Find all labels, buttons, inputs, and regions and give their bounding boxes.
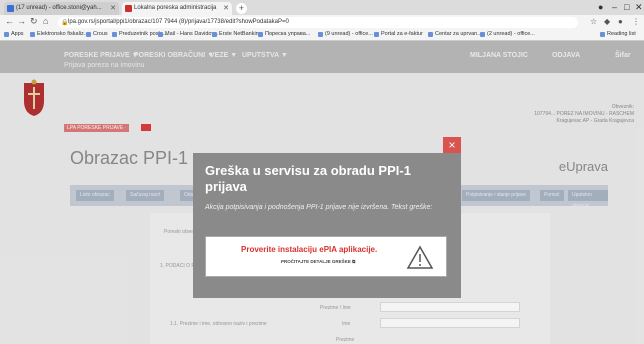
bookmark-label: Portal za e-faktur (381, 31, 423, 37)
bookmark-icon (158, 32, 163, 37)
bookmark-label: (2 unread) - office... (487, 31, 535, 37)
forward-icon[interactable]: → (17, 16, 26, 26)
bookmark-icon (480, 32, 485, 37)
bookmark-item[interactable]: Crous (86, 31, 108, 37)
error-text: Proverite instalaciju ePIA aplikacije. (241, 245, 378, 254)
bookmark-item[interactable]: Пореска управа... (258, 31, 310, 37)
browser-tab-bar: (17 unread) - office.stoni@yah... ✕ Loka… (0, 0, 644, 15)
error-box: Proverite instalaciju ePIA aplikacije. P… (205, 236, 447, 277)
error-dialog: Greška u servisu za obradu PPI-1 prijava… (193, 153, 461, 298)
address-bar-row: ← → ↻ ⌂ 🔒 lpa.gov.rs/jsportal/ppi1/obraz… (0, 15, 644, 30)
url-input[interactable]: 🔒 lpa.gov.rs/jsportal/ppi1/obrazac/107 7… (58, 17, 578, 28)
bookmark-reading-list[interactable]: Reading list (600, 31, 636, 37)
bookmark-icon (374, 32, 379, 37)
tab-label: Lokalna poreska administracija (134, 5, 217, 11)
bookmark-item[interactable]: Elektronsko fiskaliz... (30, 31, 88, 37)
bookmark-icon (258, 32, 263, 37)
bookmark-icon (428, 32, 433, 37)
bookmark-label: Elektronsko fiskaliz... (37, 31, 89, 37)
home-icon[interactable]: ⌂ (43, 16, 48, 26)
bookmark-item[interactable]: Erste NetBanking (212, 31, 262, 37)
bookmark-label: Пореска управа... (265, 31, 311, 37)
browser-tab-lpa[interactable]: Lokalna poreska administracija ✕ (122, 2, 232, 15)
bookmark-item[interactable]: Centar za uprvan... (428, 31, 482, 37)
bookmark-item[interactable]: Mail - Hans Davidov... (158, 31, 218, 37)
close-tab-icon[interactable]: ✕ (110, 2, 116, 15)
reading-list-icon (600, 32, 605, 37)
reload-icon[interactable]: ↻ (30, 16, 38, 27)
bookmark-icon (212, 32, 217, 37)
bookmark-label: Apps (11, 31, 24, 37)
url-text: lpa.gov.rs/jsportal/ppi1/obrazac/107 794… (68, 19, 289, 25)
mail-favicon-icon (7, 5, 14, 12)
copy-icon: ⧉ (352, 259, 356, 264)
bookmark-icon (318, 32, 323, 37)
menu-icon[interactable]: ⋮ (632, 17, 640, 26)
dialog-message: Akcija potpisivanja i podnošenja PPI-1 p… (205, 204, 433, 211)
dialog-title: Greška u servisu za obradu PPI-1 prijava (205, 163, 411, 194)
bookmark-icon (112, 32, 117, 37)
maximize-icon[interactable]: □ (624, 2, 629, 12)
browser-tab-mail[interactable]: (17 unread) - office.stoni@yah... ✕ (4, 2, 119, 15)
new-tab-icon[interactable]: + (236, 3, 247, 14)
close-window-icon[interactable]: ✕ (635, 2, 643, 13)
bookmark-label: Crous (93, 31, 108, 37)
bookmark-item[interactable]: Portal za e-faktur (374, 31, 423, 37)
close-dialog-button[interactable]: × (443, 137, 461, 153)
bookmark-label: Reading list (607, 31, 636, 37)
bookmark-item[interactable]: (9 unread) - office... (318, 31, 373, 37)
bookmark-label: Mail - Hans Davidov... (165, 31, 219, 37)
account-icon[interactable]: ● (618, 17, 623, 26)
apps-icon (4, 32, 9, 37)
extension-icon[interactable]: ◆ (604, 17, 610, 26)
bookmark-label: (9 unread) - office... (325, 31, 373, 37)
lpa-favicon-icon (125, 5, 132, 12)
error-details-label: PROČITAJTE DETALJE GREŠKE (281, 259, 351, 264)
bookmark-label: Erste NetBanking (219, 31, 262, 37)
minimize-icon[interactable]: – (612, 2, 617, 12)
bookmark-apps[interactable]: Apps (4, 31, 24, 37)
bookmark-icon (30, 32, 35, 37)
error-details-link[interactable]: PROČITAJTE DETALJE GREŠKE ⧉ (281, 259, 355, 264)
bookmark-item[interactable]: (2 unread) - office... (480, 31, 535, 37)
profile-icon[interactable]: ● (598, 2, 603, 12)
lock-icon: 🔒 (61, 20, 69, 26)
bookmark-icon (86, 32, 91, 37)
warning-icon (406, 245, 434, 269)
back-icon[interactable]: ← (5, 16, 14, 26)
bookmark-label: Centar za uprvan... (435, 31, 482, 37)
star-icon[interactable]: ☆ (590, 17, 597, 26)
tab-label: (17 unread) - office.stoni@yah... (16, 5, 102, 11)
bookmarks-bar: Apps Elektronsko fiskaliz... Crous Predu… (0, 30, 644, 41)
close-tab-icon[interactable]: ✕ (223, 2, 229, 15)
